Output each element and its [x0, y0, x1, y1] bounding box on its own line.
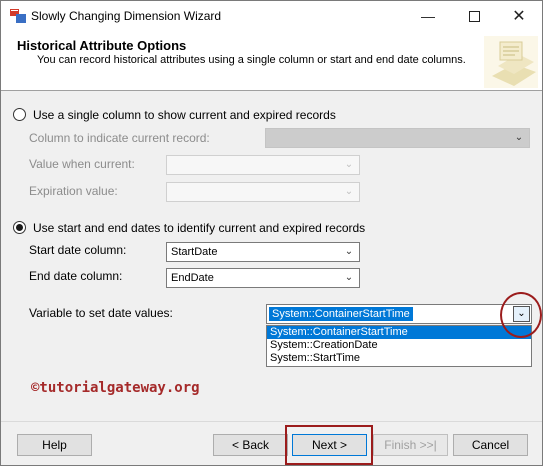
end-date-column-select[interactable]: EndDate ⌄: [166, 268, 360, 288]
next-button[interactable]: Next >: [292, 434, 367, 456]
cancel-button[interactable]: Cancel: [453, 434, 528, 456]
chevron-down-icon: ⌄: [344, 159, 354, 170]
end-date-column-label: End date column:: [29, 269, 123, 283]
page-header: Historical Attribute Options You can rec…: [1, 32, 542, 91]
dropdown-option[interactable]: System::ContainerStartTime: [267, 326, 531, 339]
page-subtitle: You can record historical attributes usi…: [37, 54, 466, 66]
variable-date-values-select[interactable]: System::ContainerStartTime ⌄: [266, 304, 532, 324]
wizard-app-icon: [10, 9, 26, 23]
variable-date-values-value: System::ContainerStartTime: [269, 307, 413, 321]
dropdown-option[interactable]: System::StartTime: [267, 352, 531, 365]
dropdown-option[interactable]: System::CreationDate: [267, 339, 531, 352]
chevron-down-icon: ⌄: [514, 132, 524, 143]
variable-date-values-label: Variable to set date values:: [29, 306, 173, 320]
start-end-dates-label[interactable]: Use start and end dates to identify curr…: [33, 221, 365, 235]
help-button[interactable]: Help: [17, 434, 92, 456]
maximize-icon: [468, 10, 480, 22]
expiration-value-label: Expiration value:: [29, 184, 118, 198]
title-bar: Slowly Changing Dimension Wizard — ✕: [1, 1, 542, 32]
annotation-circle: [500, 292, 542, 338]
start-end-dates-radio[interactable]: [13, 221, 26, 234]
wizard-banner-icon: [484, 36, 538, 88]
current-record-column-label: Column to indicate current record:: [29, 131, 210, 145]
back-button[interactable]: < Back: [213, 434, 288, 456]
start-date-column-select[interactable]: StartDate ⌄: [166, 242, 360, 262]
single-column-label[interactable]: Use a single column to show current and …: [33, 108, 336, 122]
start-date-column-label: Start date column:: [29, 243, 127, 257]
expiration-value-select[interactable]: ⌄: [166, 182, 360, 202]
maximize-button[interactable]: [451, 1, 497, 32]
end-date-column-value: EndDate: [171, 272, 214, 284]
minimize-button[interactable]: —: [405, 1, 451, 32]
variable-dropdown-list: System::ContainerStartTime System::Creat…: [266, 325, 532, 367]
chevron-down-icon: ⌄: [344, 272, 354, 283]
start-date-column-value: StartDate: [171, 246, 218, 258]
footer-divider: [1, 421, 542, 422]
watermark-text: ©tutorialgateway.org: [31, 380, 200, 396]
close-button[interactable]: ✕: [496, 1, 542, 32]
current-record-column-select[interactable]: ⌄: [265, 128, 530, 148]
chevron-down-icon: ⌄: [344, 246, 354, 257]
window-title: Slowly Changing Dimension Wizard: [31, 9, 222, 23]
wizard-window: Slowly Changing Dimension Wizard — ✕ His…: [0, 0, 543, 466]
value-when-current-label: Value when current:: [29, 157, 135, 171]
page-title: Historical Attribute Options: [17, 38, 187, 53]
single-column-radio[interactable]: [13, 108, 26, 121]
finish-button[interactable]: Finish >>|: [373, 434, 448, 456]
chevron-down-icon: ⌄: [344, 186, 354, 197]
value-when-current-select[interactable]: ⌄: [166, 155, 360, 175]
